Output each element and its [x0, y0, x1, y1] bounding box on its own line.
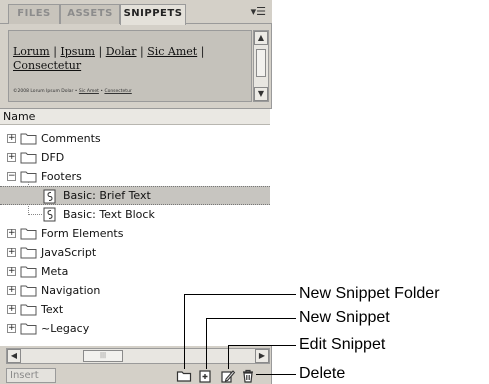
preview-separator: | [139, 45, 144, 58]
expand-icon[interactable]: + [7, 305, 16, 314]
preview-footer-text: ©2008 Lorum Ipsum Dolar [13, 89, 74, 94]
folder-icon [20, 133, 37, 145]
tree-item-basic-text-block[interactable]: Basic: Text Block [0, 205, 270, 224]
folder-icon [20, 247, 37, 259]
tab-assets[interactable]: ASSETS [60, 4, 120, 24]
collapse-icon[interactable]: − [7, 172, 16, 181]
scroll-right-icon[interactable]: ▶ [255, 349, 269, 363]
tree-item-form-elements[interactable]: + Form Elements [0, 224, 270, 243]
tree-item-meta[interactable]: + Meta [0, 262, 270, 281]
callout-line [228, 345, 296, 346]
preview-link: Dolar [105, 45, 137, 58]
column-header-name[interactable]: Name [0, 109, 270, 125]
snippet-icon [43, 207, 56, 222]
folder-icon [20, 304, 37, 316]
expand-icon[interactable]: + [7, 229, 16, 238]
tab-bar: FILES ASSETS SNIPPETS ▾☰ [0, 0, 272, 25]
folder-icon [20, 228, 37, 240]
scroll-thumb[interactable]: ||| [83, 350, 123, 362]
expand-icon[interactable]: + [7, 324, 16, 333]
preview-separator: | [53, 45, 57, 58]
panel-options-icon[interactable]: ▾☰ [251, 6, 266, 18]
expand-icon[interactable]: + [7, 267, 16, 276]
folder-icon [20, 152, 37, 164]
expand-icon[interactable]: + [7, 153, 16, 162]
tree-item-label: Meta [41, 265, 69, 278]
folder-icon [20, 323, 37, 335]
tree-item-label: ~Legacy [41, 322, 90, 335]
preview-footer: ©2008 Lorum Ipsum Dolar • Sic Amet • Con… [13, 89, 132, 94]
new-folder-icon[interactable] [176, 368, 192, 383]
preview-separator: | [98, 45, 103, 58]
preview-link: Consectetur [13, 59, 82, 72]
tree-item-label: JavaScript [41, 246, 97, 259]
trash-icon[interactable] [240, 368, 256, 383]
tree-item-comments[interactable]: + Comments [0, 129, 270, 148]
callout-edit-snippet: Edit Snippet [299, 336, 386, 353]
scroll-up-icon[interactable]: ▲ [254, 31, 268, 45]
folder-icon [20, 285, 37, 297]
callout-delete: Delete [299, 365, 346, 382]
expand-icon[interactable]: + [7, 248, 16, 257]
snippet-tree: Name + Comments + DFD − Footers Basic: B… [0, 108, 272, 346]
preview-link: Ipsum [60, 45, 95, 58]
preview-links: Lorum | Ipsum | Dolar | Sic Amet | Conse… [13, 45, 233, 73]
snippet-preview: Lorum | Ipsum | Dolar | Sic Amet | Conse… [8, 30, 252, 102]
callout-line [206, 318, 296, 319]
tree-item-dfd[interactable]: + DFD [0, 148, 270, 167]
horizontal-scrollbar[interactable]: ◀ ||| ▶ [6, 348, 270, 364]
tree-item-label: Basic: Brief Text [63, 189, 151, 202]
expand-icon[interactable]: + [7, 134, 16, 143]
tree-item-label: Footers [41, 170, 82, 183]
tree-item-label: Basic: Text Block [63, 208, 155, 221]
tab-snippets[interactable]: SNIPPETS [120, 4, 186, 25]
callout-line [228, 345, 229, 369]
edit-icon[interactable] [220, 368, 236, 383]
scroll-thumb[interactable] [256, 49, 266, 77]
tab-files[interactable]: FILES [8, 4, 60, 24]
callout-line [184, 294, 296, 295]
callout-line [206, 318, 207, 369]
callout-line [256, 374, 296, 375]
callout-line [184, 294, 185, 369]
folder-icon [20, 266, 37, 278]
callout-new-snippet: New Snippet [299, 309, 390, 326]
insert-button[interactable]: Insert [6, 368, 56, 383]
tree-item-footers[interactable]: − Footers [0, 167, 270, 186]
tree-item-text[interactable]: + Text [0, 300, 270, 319]
tree-item-label: Comments [41, 132, 101, 145]
preview-link: Sic Amet [147, 45, 198, 58]
tree-item-label: DFD [41, 151, 65, 164]
preview-footer-link: Consectetur [104, 89, 132, 94]
tree-item-navigation[interactable]: + Navigation [0, 281, 270, 300]
tree-item-basic-brief-text[interactable]: Basic: Brief Text [0, 186, 270, 205]
new-snippet-icon[interactable] [198, 368, 214, 383]
preview-link: Lorum [13, 45, 50, 58]
expand-icon[interactable]: + [7, 286, 16, 295]
tree-item-javascript[interactable]: + JavaScript [0, 243, 270, 262]
preview-footer-link: Sic Amet [78, 89, 99, 94]
tree-item-label: Text [41, 303, 64, 316]
preview-separator: | [200, 45, 205, 58]
scroll-down-icon[interactable]: ▼ [254, 87, 268, 101]
preview-scrollbar[interactable]: ▲ ▼ [253, 30, 269, 102]
callout-new-snippet-folder: New Snippet Folder [299, 285, 440, 302]
snippet-icon [43, 189, 56, 204]
tree-item-legacy[interactable]: + ~Legacy [0, 319, 270, 338]
tree-item-label: Navigation [41, 284, 101, 297]
snippets-panel: FILES ASSETS SNIPPETS ▾☰ Lorum | Ipsum |… [0, 0, 272, 384]
scroll-left-icon[interactable]: ◀ [7, 349, 21, 363]
tree-item-label: Form Elements [41, 227, 124, 240]
